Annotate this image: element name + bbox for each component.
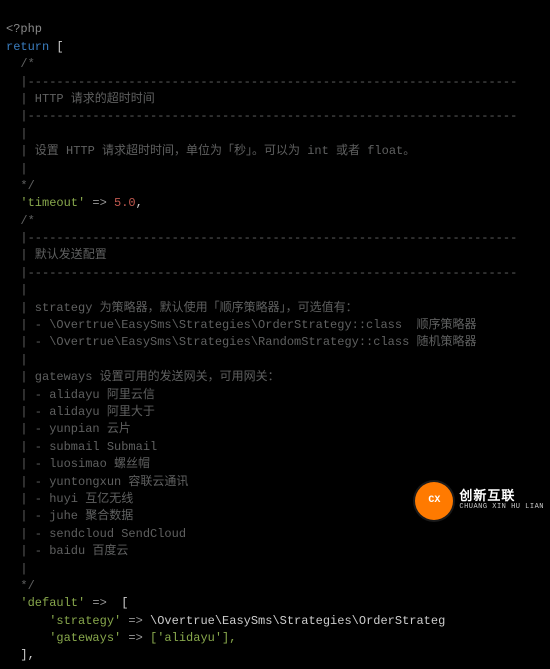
watermark-cn: 创新互联 <box>459 490 544 504</box>
arrow: => <box>121 614 150 628</box>
arrow: => <box>121 631 150 645</box>
comment-gateway-item: | - luosimao 螺丝帽 <box>6 457 150 471</box>
comment-gateway-item: | - alidayu 阿里大于 <box>6 405 155 419</box>
watermark-badge-icon: CX <box>415 482 453 520</box>
comment-bar: |---------------------------------------… <box>6 266 517 280</box>
comment-barv: | <box>6 283 28 297</box>
comment-gateway-item: | - baidu 百度云 <box>6 544 128 558</box>
timeout-key: 'timeout' <box>6 196 85 210</box>
comment-gateway-item: | - huyi 互亿无线 <box>6 492 133 506</box>
return-keyword: return <box>6 40 49 54</box>
comment-heading: | 默认发送配置 <box>6 248 107 262</box>
comment-barv: | <box>6 562 28 576</box>
comment-gateway-item: | - sendcloud SendCloud <box>6 527 186 541</box>
strategy-class: \Overtrue\EasySms\Strategies\OrderStrate… <box>150 614 445 628</box>
comment-strategy-a: | - \Overtrue\EasySms\Strategies\OrderSt… <box>6 318 476 332</box>
comment-close: */ <box>6 179 35 193</box>
watermark-text: 创新互联 CHUANG XIN HU LIAN <box>459 490 544 512</box>
comment-gateway-item: | - alidayu 阿里云信 <box>6 388 155 402</box>
comment-strategy-b: | - \Overtrue\EasySms\Strategies\RandomS… <box>6 335 476 349</box>
open-bracket: [ <box>114 596 128 610</box>
watermark: CX 创新互联 CHUANG XIN HU LIAN <box>415 482 544 520</box>
comment-gateway-item: | - yunpian 云片 <box>6 422 131 436</box>
comment-close: */ <box>6 579 35 593</box>
comment-body: | 设置 HTTP 请求超时时间，单位为「秒」。可以为 int 或者 float… <box>6 144 415 158</box>
gateways-key: 'gateways' <box>6 631 121 645</box>
open-bracket: [ <box>49 40 63 54</box>
comment-barv: | <box>6 353 28 367</box>
arrow: => <box>85 196 114 210</box>
comment-heading: | HTTP 请求的超时时间 <box>6 92 155 106</box>
comment-gateway-item: | - yuntongxun 容联云通讯 <box>6 475 188 489</box>
arrow: => <box>85 596 114 610</box>
comment-bar: |---------------------------------------… <box>6 75 517 89</box>
comment-barv: | <box>6 127 28 141</box>
comment-gateways-intro: | gateways 设置可用的发送网关，可用网关： <box>6 370 280 384</box>
watermark-en: CHUANG XIN HU LIAN <box>459 504 544 512</box>
comment-strategy-intro: | strategy 为策略器，默认使用「顺序策略器」，可选值有： <box>6 301 358 315</box>
comment-open: /* <box>6 57 35 71</box>
comma: , <box>136 196 143 210</box>
strategy-key: 'strategy' <box>6 614 121 628</box>
comment-gateway-item: | - juhe 聚合数据 <box>6 509 133 523</box>
comment-barv: | <box>6 162 28 176</box>
close-bracket: ], <box>6 648 35 662</box>
timeout-value: 5.0 <box>114 196 136 210</box>
code-editor[interactable]: <?php return [ /* |---------------------… <box>0 0 550 669</box>
comment-gateway-item: | - submail Submail <box>6 440 157 454</box>
default-key: 'default' <box>6 596 85 610</box>
php-open-tag: <?php <box>6 22 42 36</box>
comment-open: /* <box>6 214 35 228</box>
gateways-value: ['alidayu'], <box>150 631 236 645</box>
comment-bar: |---------------------------------------… <box>6 109 517 123</box>
comment-bar: |---------------------------------------… <box>6 231 517 245</box>
